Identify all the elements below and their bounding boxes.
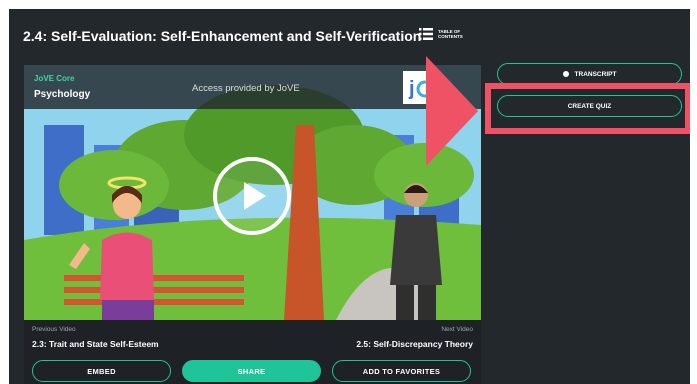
transcript-label: TRANSCRIPT	[574, 70, 617, 78]
transcript-button[interactable]: TRANSCRIPT	[497, 63, 682, 85]
previous-video-link[interactable]: 2.3: Trait and State Self-Esteem	[32, 339, 159, 349]
share-button[interactable]: SHARE	[182, 360, 321, 382]
banner-title: Psychology	[34, 89, 91, 100]
next-video-caption: Next Video	[441, 326, 473, 333]
list-icon	[419, 28, 433, 40]
video-player[interactable]: JoVE Core Psychology Access provided by …	[24, 65, 481, 320]
add-to-favorites-button[interactable]: ADD TO FAVORITES	[332, 360, 471, 382]
play-button[interactable]	[212, 156, 292, 236]
pointer-arrow-icon	[426, 56, 478, 166]
banner-subtitle: JoVE Core	[34, 74, 75, 83]
video-banner: JoVE Core Psychology Access provided by …	[24, 65, 481, 109]
previous-video-caption: Previous Video	[32, 326, 76, 333]
video-navigation: Previous Video 2.3: Trait and State Self…	[24, 320, 481, 384]
access-text: Access provided by JoVE	[192, 83, 300, 94]
table-of-contents-button[interactable]: TABLE OF CONTENTS	[419, 28, 472, 40]
transcript-icon	[562, 71, 569, 77]
embed-button[interactable]: EMBED	[32, 360, 171, 382]
table-of-contents-label: TABLE OF CONTENTS	[438, 29, 463, 39]
app-frame: 2.4: Self-Evaluation: Self-Enhancement a…	[9, 9, 690, 384]
next-video-link[interactable]: 2.5: Self-Discrepancy Theory	[356, 339, 473, 349]
page-title: 2.4: Self-Evaluation: Self-Enhancement a…	[23, 28, 422, 44]
create-quiz-highlight	[485, 83, 690, 134]
svg-text:j: j	[408, 78, 415, 100]
